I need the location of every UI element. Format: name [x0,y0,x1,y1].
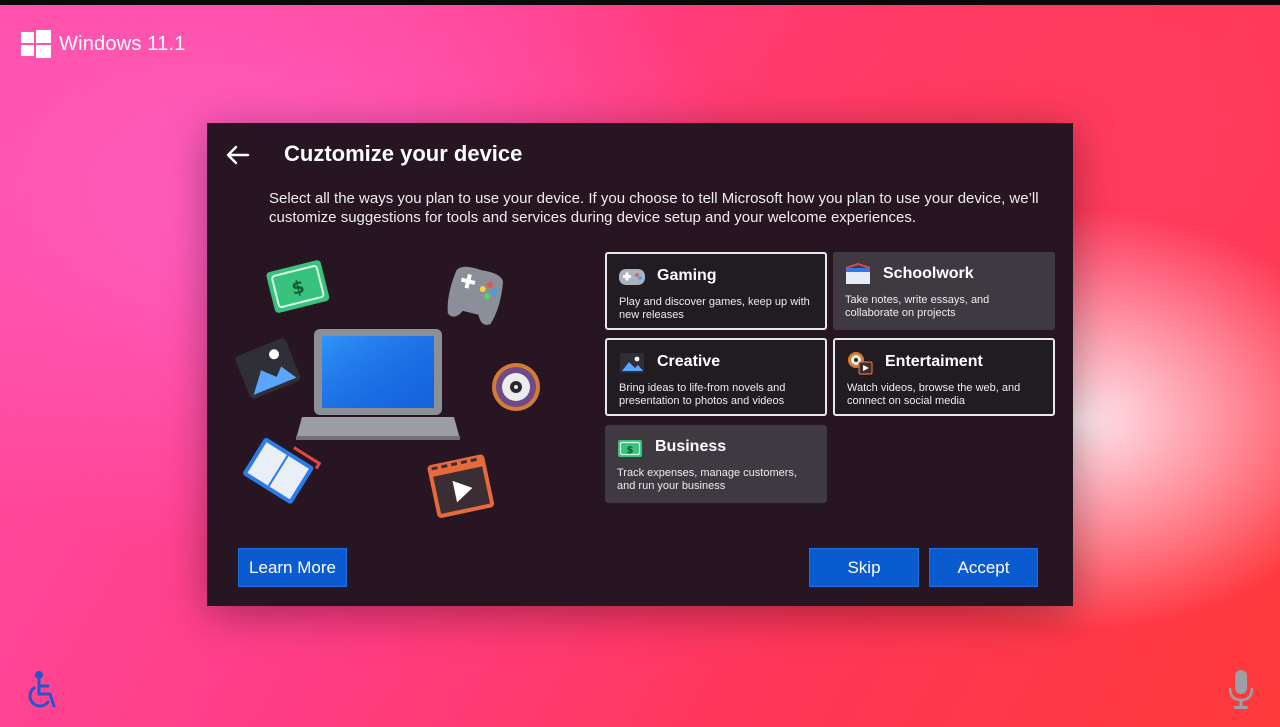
laptop-icon [296,329,460,440]
windows-brand: Windows 11.1 [21,30,186,58]
option-gaming[interactable]: Gaming Play and discover games, keep up … [605,252,827,330]
learn-more-button[interactable]: Learn More [238,548,347,587]
accessibility-icon[interactable] [24,670,60,710]
option-description: Play and discover games, keep up with ne… [619,296,810,321]
option-business[interactable]: $ Business Track expenses, manage custom… [605,425,827,503]
microphone-icon[interactable] [1227,668,1255,710]
skip-button[interactable]: Skip [809,548,919,587]
option-entertainment[interactable]: Entertaiment Watch videos, browse the we… [833,338,1055,416]
option-description: Track expenses, manage customers, and ru… [617,467,797,492]
option-schoolwork[interactable]: Schoolwork Take notes, write essays, and… [833,252,1055,330]
device-illustration: $ [235,260,540,518]
option-creative[interactable]: Creative Bring ideas to life-from novels… [605,338,827,416]
windows-logo-icon [21,30,51,58]
customize-dialog: Cuztomize your device Select all the way… [207,123,1073,606]
brand-label: Windows 11.1 [59,32,186,55]
accept-button[interactable]: Accept [929,548,1038,587]
notebook-icon [845,263,871,284]
gamepad-icon [619,269,645,285]
gamepad-icon [447,266,504,325]
option-title: Business [655,438,727,455]
video-icon [427,454,495,518]
option-description: Bring ideas to life-from novels and pres… [619,382,786,407]
option-description: Watch videos, browse the web, and connec… [847,382,1021,407]
option-title: Entertaiment [885,353,983,370]
page-description: Select all the ways you plan to use your… [269,190,1039,226]
money-icon: $ [618,440,642,457]
book-icon [243,437,322,504]
svg-text:$: $ [627,445,634,456]
top-bar [0,0,1280,5]
option-description: Take notes, write essays, and collaborat… [845,294,990,319]
option-title: Creative [657,353,721,370]
option-title: Schoolwork [883,265,974,282]
back-arrow-icon[interactable] [226,143,250,167]
page-title: Cuztomize your device [284,141,523,166]
music-icon [492,363,540,411]
option-title: Gaming [657,267,717,284]
photo-icon [235,338,301,399]
photo-icon [620,353,644,373]
media-icon [848,352,873,375]
money-icon: $ [266,260,330,313]
